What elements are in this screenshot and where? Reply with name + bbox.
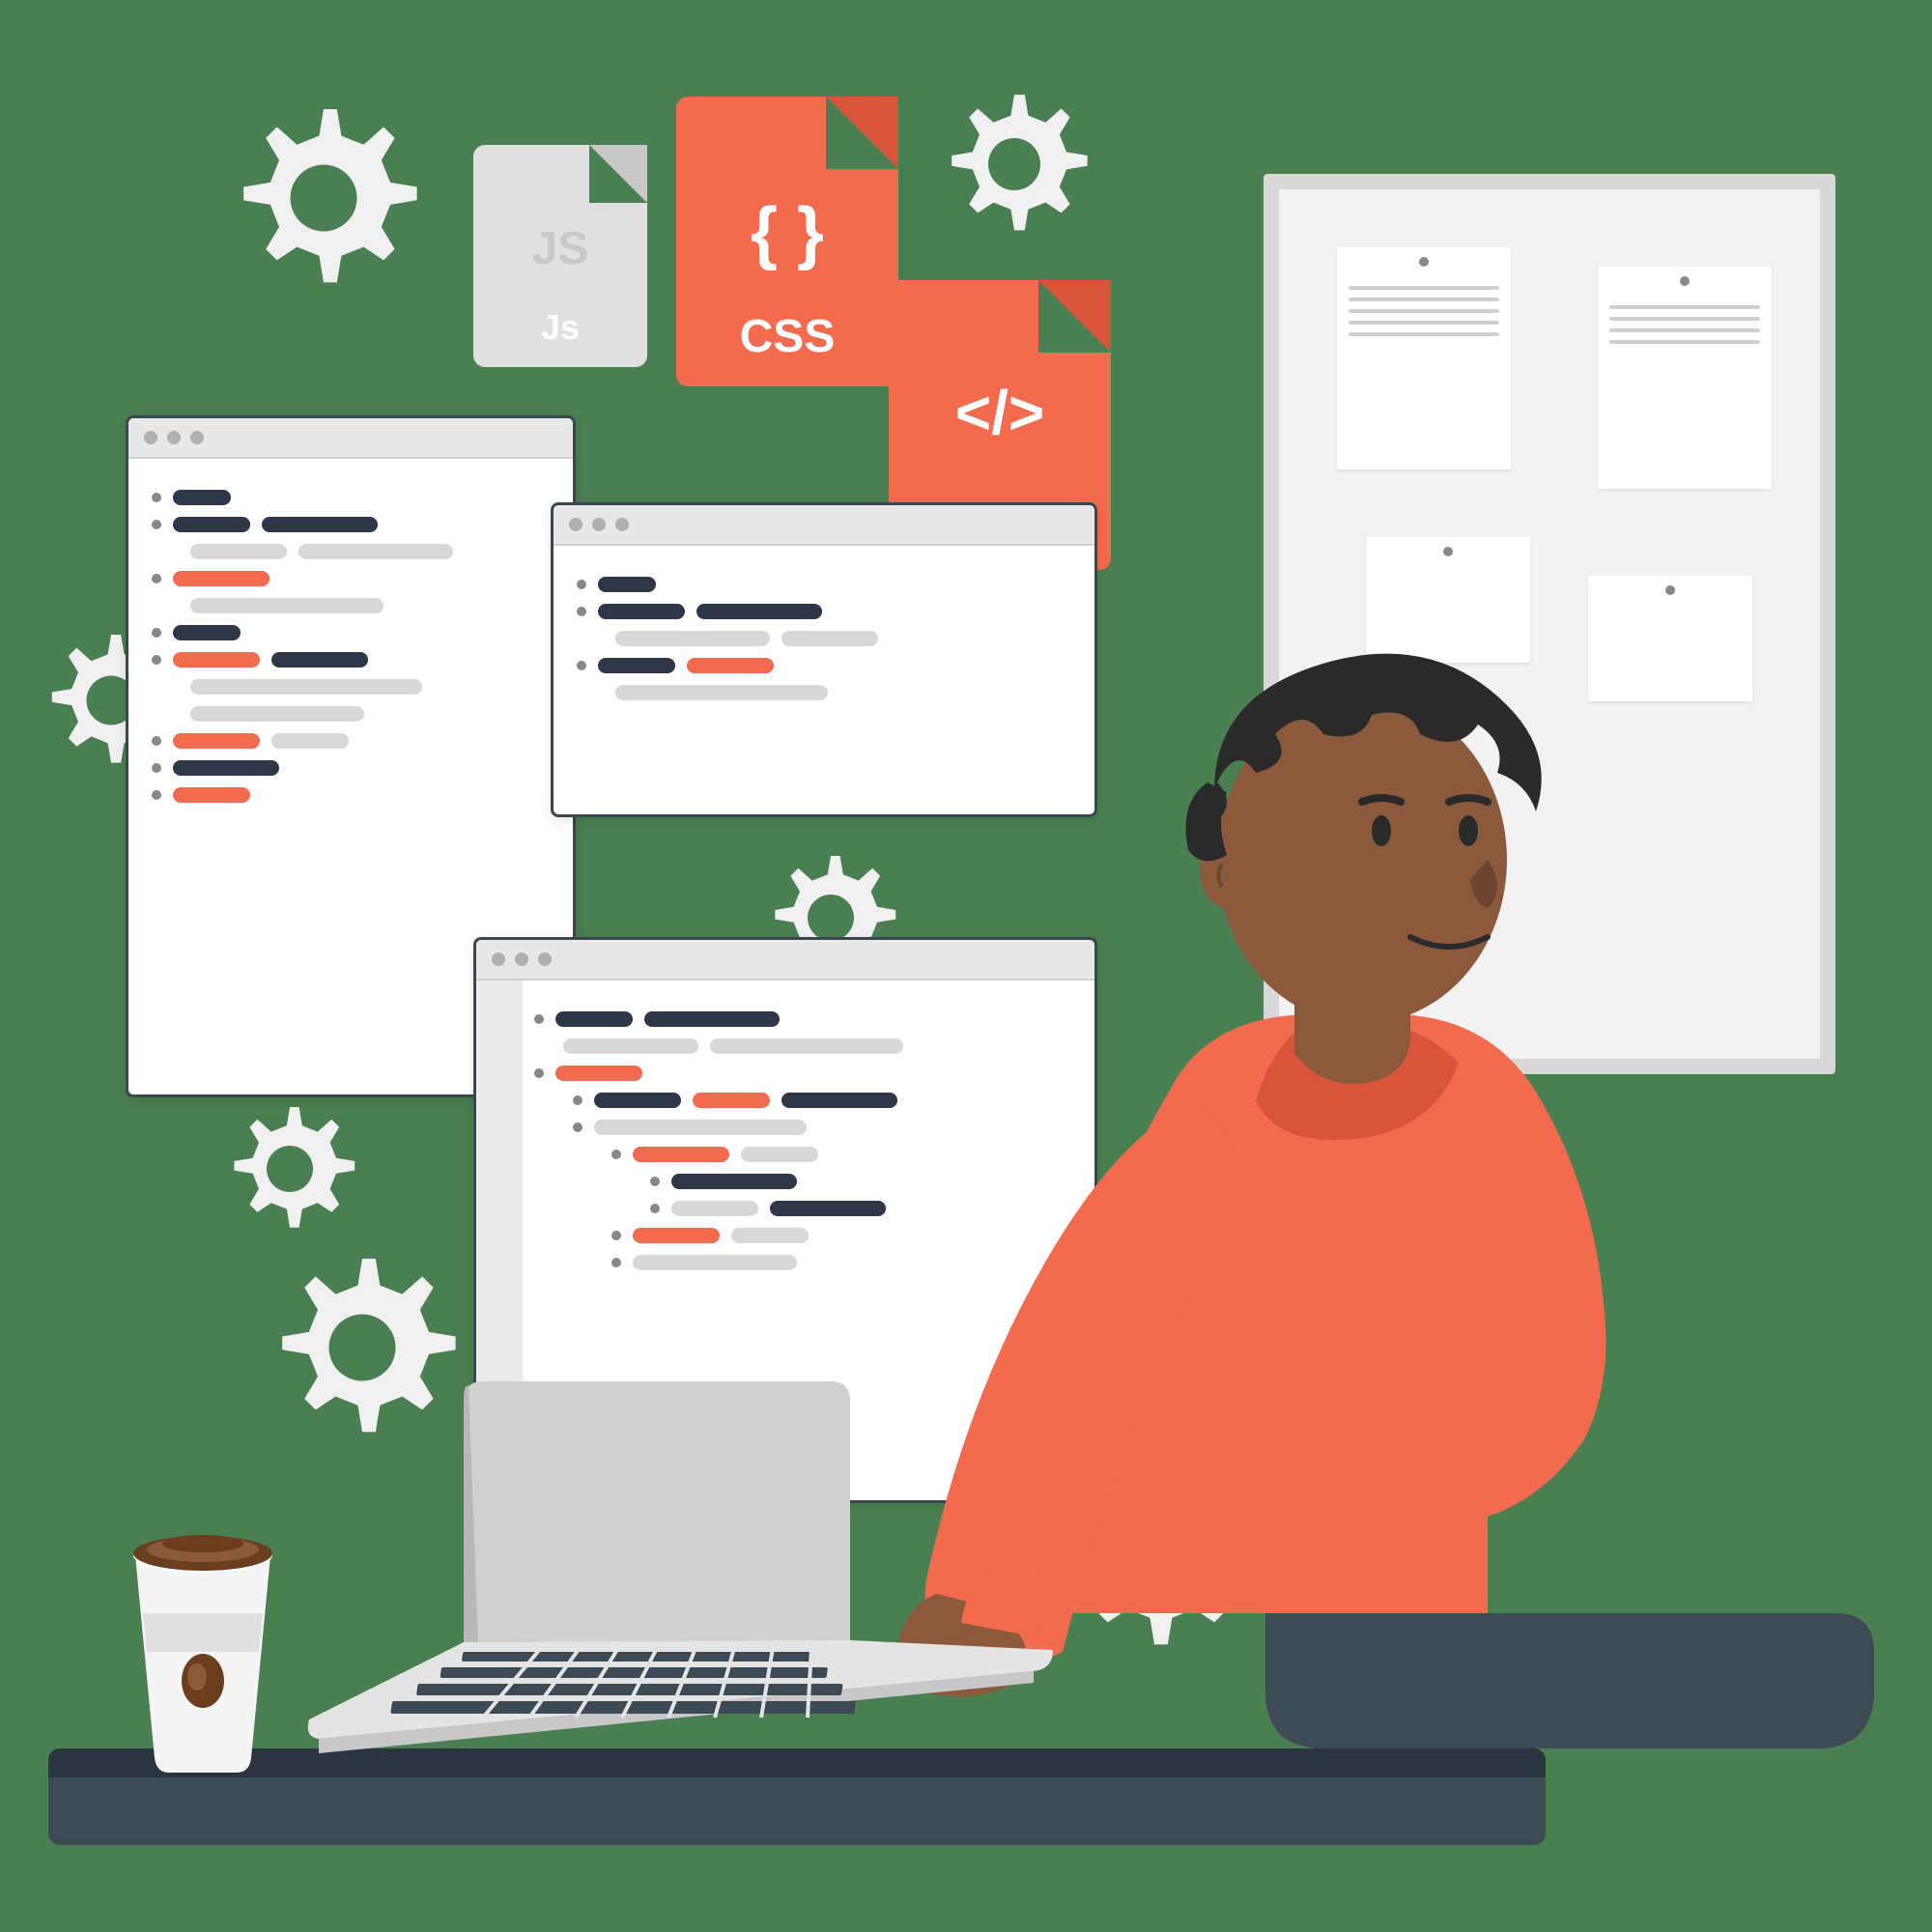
window-control-icon <box>190 431 204 444</box>
window-control-icon <box>615 518 629 531</box>
laptop <box>290 1372 1063 1777</box>
css-file-icon: { } CSS <box>676 97 898 386</box>
file-symbol: </> <box>889 377 1111 448</box>
developer-illustration: JS Js { } CSS </> IL <box>0 0 1932 1932</box>
coffee-cup <box>106 1507 299 1777</box>
file-label: Js <box>473 307 647 348</box>
window-titlebar <box>128 418 573 459</box>
file-label: CSS <box>676 310 898 363</box>
js-file-icon: JS Js <box>473 145 647 367</box>
file-label: JS <box>473 222 647 275</box>
window-titlebar <box>554 505 1094 546</box>
window-control-icon <box>144 431 157 444</box>
window-control-icon <box>515 952 528 966</box>
gear-icon <box>927 77 1101 251</box>
window-control-icon <box>492 952 505 966</box>
window-control-icon <box>569 518 582 531</box>
file-symbol: { } <box>676 193 898 272</box>
gear-icon <box>213 87 435 309</box>
window-control-icon <box>592 518 606 531</box>
window-control-icon <box>538 952 552 966</box>
window-control-icon <box>167 431 181 444</box>
gear-icon <box>213 1092 367 1246</box>
